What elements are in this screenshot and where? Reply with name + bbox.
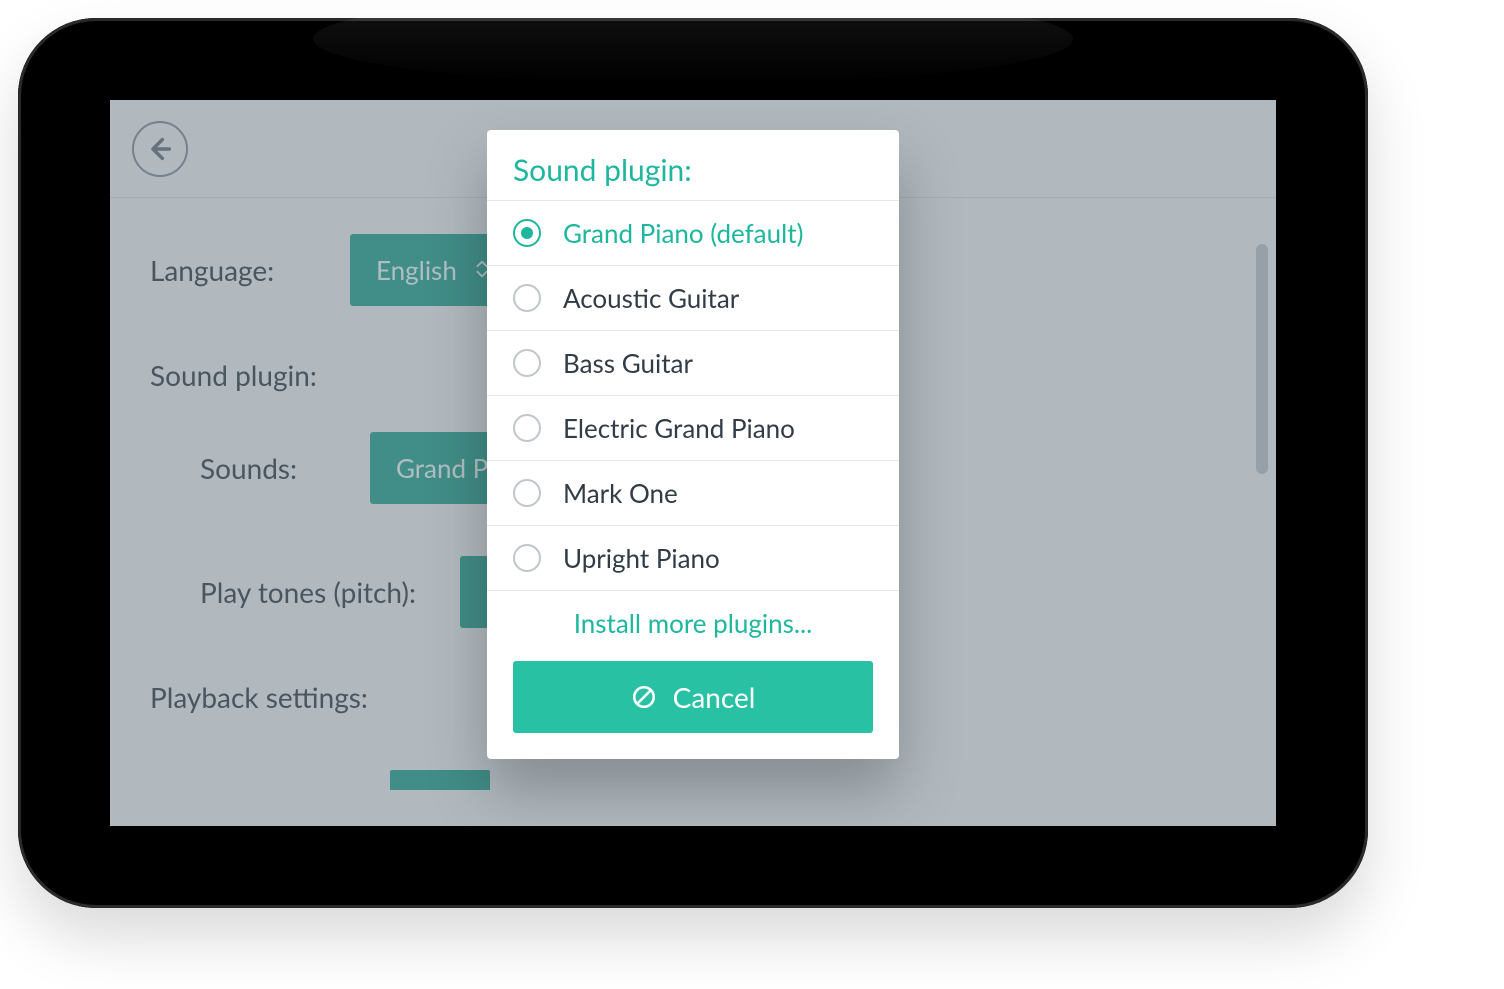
cancel-icon bbox=[631, 684, 657, 710]
cancel-label: Cancel bbox=[673, 680, 756, 714]
install-more-plugins-link[interactable]: Install more plugins... bbox=[574, 607, 813, 639]
sound-plugin-dialog: Sound plugin: Grand Piano (default) Acou… bbox=[487, 130, 899, 759]
radio-icon bbox=[513, 284, 541, 312]
tablet-device-frame: GLOBAL SETTINGS Language: English Sound … bbox=[18, 18, 1368, 908]
option-label: Bass Guitar bbox=[563, 347, 693, 379]
row-install-more: Install more plugins... bbox=[487, 590, 899, 647]
option-bass-guitar[interactable]: Bass Guitar bbox=[487, 330, 899, 395]
cancel-button[interactable]: Cancel bbox=[513, 661, 873, 733]
radio-icon bbox=[513, 544, 541, 572]
option-acoustic-guitar[interactable]: Acoustic Guitar bbox=[487, 265, 899, 330]
option-upright-piano[interactable]: Upright Piano bbox=[487, 525, 899, 590]
option-label: Electric Grand Piano bbox=[563, 412, 795, 444]
app-screen: GLOBAL SETTINGS Language: English Sound … bbox=[110, 100, 1276, 826]
option-label: Grand Piano (default) bbox=[563, 217, 804, 249]
radio-icon bbox=[513, 349, 541, 377]
option-grand-piano[interactable]: Grand Piano (default) bbox=[487, 200, 899, 265]
option-label: Mark One bbox=[563, 477, 678, 509]
dialog-title: Sound plugin: bbox=[487, 152, 899, 200]
option-label: Upright Piano bbox=[563, 542, 720, 574]
option-electric-grand-piano[interactable]: Electric Grand Piano bbox=[487, 395, 899, 460]
radio-icon bbox=[513, 414, 541, 442]
radio-icon bbox=[513, 479, 541, 507]
option-mark-one[interactable]: Mark One bbox=[487, 460, 899, 525]
radio-icon bbox=[513, 219, 541, 247]
option-label: Acoustic Guitar bbox=[563, 282, 739, 314]
